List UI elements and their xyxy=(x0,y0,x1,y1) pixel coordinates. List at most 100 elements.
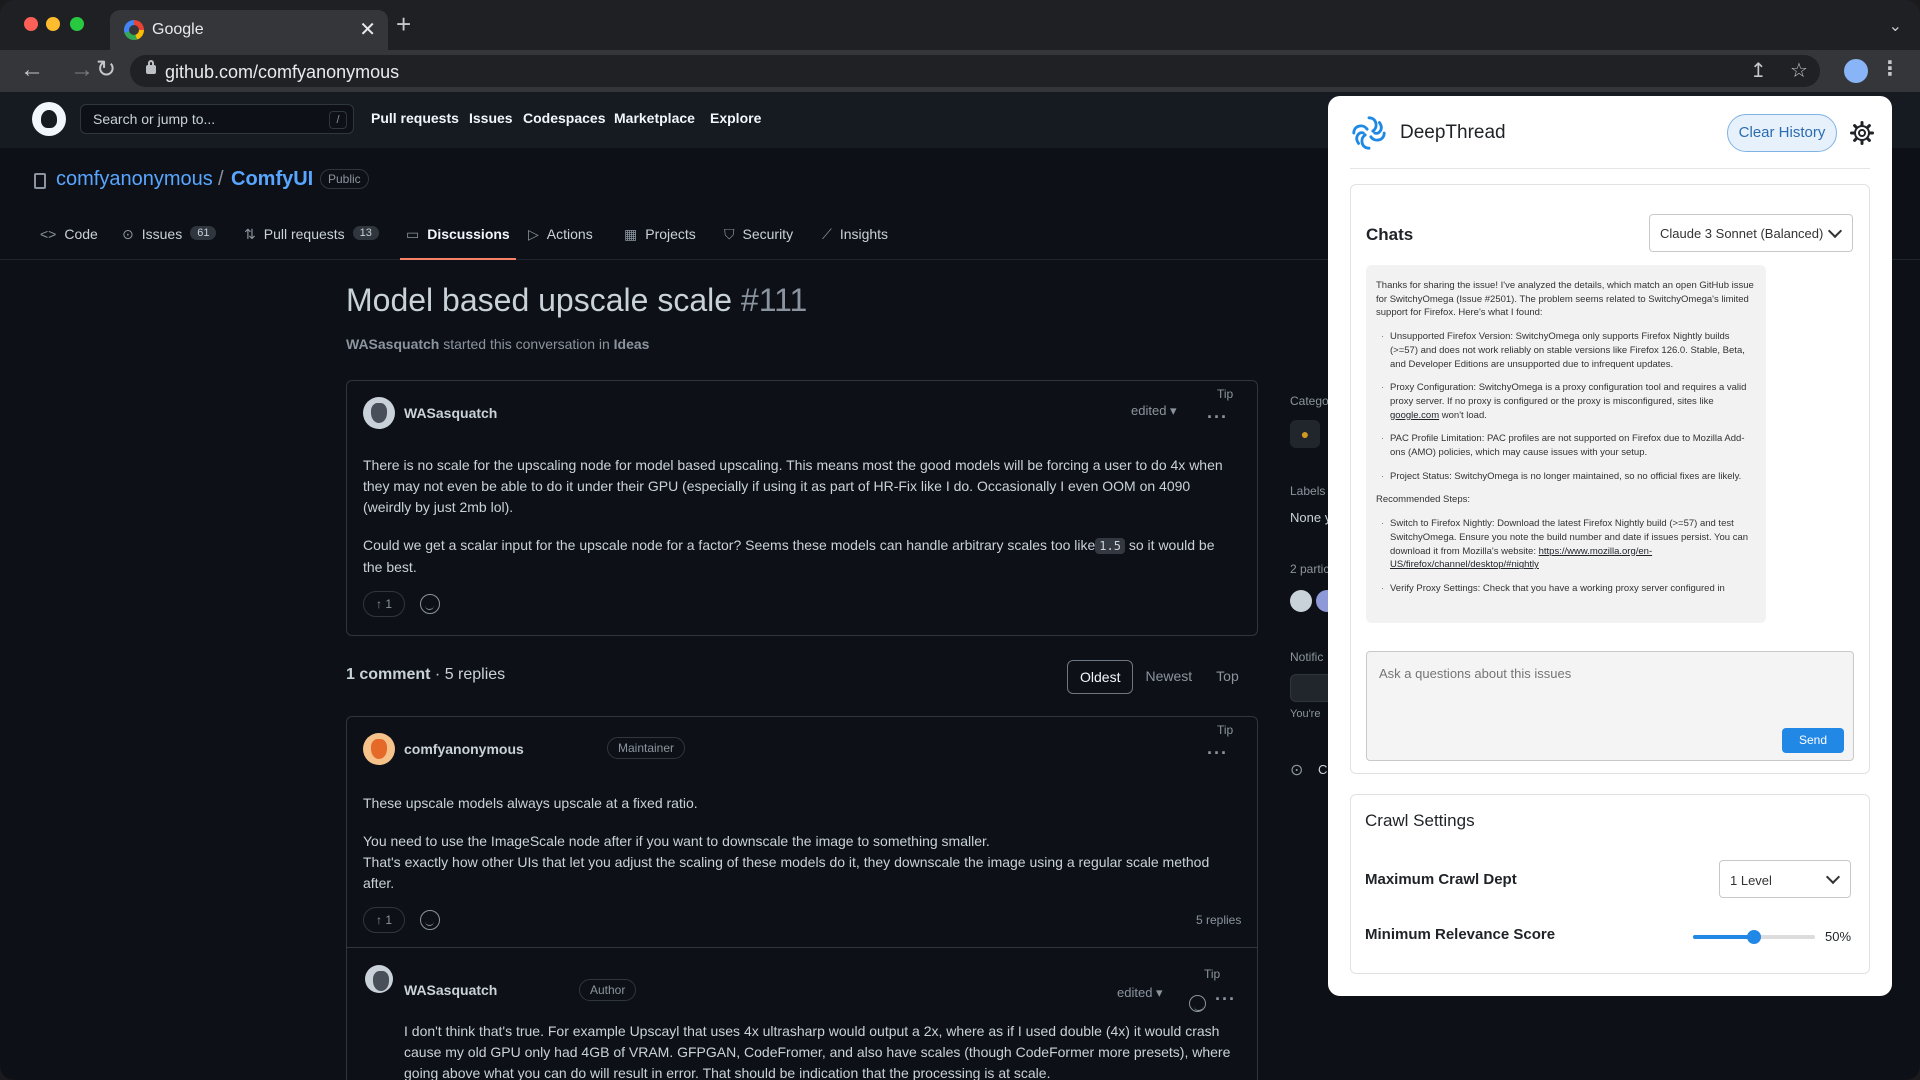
assistant-message: Thanks for sharing the issue! I've analy… xyxy=(1366,265,1766,623)
post-author[interactable]: WASasquatch xyxy=(404,405,497,421)
close-window-button[interactable] xyxy=(24,17,38,31)
upvote-button[interactable]: ↑ 1 xyxy=(363,591,405,617)
starter-link[interactable]: WASasquatch xyxy=(346,336,439,352)
sort-top-button[interactable]: Top xyxy=(1204,660,1251,694)
repo-name-link[interactable]: ComfyUI xyxy=(231,168,313,191)
search-placeholder[interactable]: Search or jump to... xyxy=(93,111,215,127)
add-reaction-icon[interactable] xyxy=(420,910,440,930)
bookmark-star-icon[interactable]: ☆ xyxy=(1790,58,1808,83)
subscribe-button[interactable] xyxy=(1290,674,1328,702)
edited-label: edited xyxy=(1117,985,1153,1000)
new-tab-button[interactable]: + xyxy=(396,11,411,37)
reload-icon[interactable]: ↻ xyxy=(96,56,116,84)
tab-bar: Google ✕ + ⌄ xyxy=(0,0,1920,50)
more-options-icon[interactable]: ··· xyxy=(1215,989,1236,1010)
tab-label: Code xyxy=(64,226,98,242)
issue-icon: ⊙ xyxy=(122,226,134,242)
question-input-box[interactable]: Send xyxy=(1366,651,1854,761)
comment-paragraph: These upscale models always upscale at a… xyxy=(363,795,698,811)
tab-search-chevron-icon[interactable]: ⌄ xyxy=(1889,16,1902,36)
replies-count[interactable]: 5 replies xyxy=(1196,913,1241,927)
clear-history-button[interactable]: Clear History xyxy=(1727,114,1837,152)
sort-newest-button[interactable]: Newest xyxy=(1133,660,1204,694)
nav-issues[interactable]: Issues xyxy=(469,110,513,126)
avatar[interactable] xyxy=(365,965,393,993)
tab-discussions[interactable]: ▭ Discussions xyxy=(400,226,516,260)
gear-icon[interactable] xyxy=(1850,121,1874,145)
send-button[interactable]: Send xyxy=(1782,728,1844,753)
visibility-badge: Public xyxy=(320,169,369,189)
nav-explore[interactable]: Explore xyxy=(710,110,761,126)
tab-security[interactable]: ⛉ Security xyxy=(724,226,793,260)
github-search[interactable]: Search or jump to... / xyxy=(80,104,354,134)
google-link[interactable]: google.com xyxy=(1390,410,1439,421)
crawl-depth-value: 1 Level xyxy=(1730,873,1772,888)
crawl-depth-label: Maximum Crawl Dept xyxy=(1365,871,1517,888)
browser-tab[interactable]: Google ✕ xyxy=(110,10,388,50)
reply-author[interactable]: WASasquatch xyxy=(404,982,497,998)
tab-label: Security xyxy=(742,226,794,242)
share-icon[interactable]: ↥ xyxy=(1750,58,1767,83)
comment-author[interactable]: comfyanonymous xyxy=(404,741,524,757)
minimize-window-button[interactable] xyxy=(46,17,60,31)
tab-code[interactable]: <> Code xyxy=(40,226,98,260)
repo-owner-link[interactable]: comfyanonymous xyxy=(56,168,213,191)
avatar[interactable] xyxy=(363,733,395,765)
url-text[interactable]: github.com/comfyanonymous xyxy=(165,62,399,83)
tab-label: Projects xyxy=(645,226,696,242)
replies-label: · 5 replies xyxy=(434,666,506,683)
browser-menu-icon[interactable]: ⋮ xyxy=(1880,56,1900,81)
tab-pull-requests[interactable]: ⇅ Pull requests 13 xyxy=(244,226,379,260)
discussion-subtitle: WASasquatch started this conversation in… xyxy=(346,336,649,352)
edited-dropdown[interactable]: edited ▾ xyxy=(1117,985,1163,1001)
upvote-button[interactable]: ↑ 1 xyxy=(363,907,405,933)
nav-pull-requests[interactable]: Pull requests xyxy=(371,110,459,126)
chevron-down-icon xyxy=(1827,223,1843,239)
author-badge: Author xyxy=(579,979,637,1001)
slider-thumb[interactable] xyxy=(1747,930,1761,944)
more-options-icon[interactable]: ··· xyxy=(1207,407,1228,428)
participant-avatar[interactable] xyxy=(1316,590,1328,612)
close-tab-icon[interactable]: ✕ xyxy=(359,17,376,42)
tab-actions[interactable]: ▷ Actions xyxy=(528,226,593,260)
avatar[interactable] xyxy=(363,397,395,429)
more-options-icon[interactable]: ··· xyxy=(1207,743,1228,764)
tab-issues[interactable]: ⊙ Issues 61 xyxy=(122,226,217,260)
category-link[interactable]: Ideas xyxy=(614,336,650,352)
repo-separator: / xyxy=(218,168,224,190)
relevance-value: 50% xyxy=(1825,929,1852,944)
edited-dropdown[interactable]: edited ▾ xyxy=(1131,403,1177,419)
tab-insights[interactable]: ⟋ Insights xyxy=(822,226,888,260)
search-shortcut-key: / xyxy=(329,111,347,129)
sidebar-participants-label: 2 partic xyxy=(1290,562,1330,576)
list-item: Unsupported Firefox Version: SwitchyOmeg… xyxy=(1381,330,1756,371)
relevance-slider[interactable] xyxy=(1693,930,1815,944)
address-bar[interactable]: github.com/comfyanonymous ↥ ☆ xyxy=(130,55,1820,87)
deepthread-extension-icon[interactable] xyxy=(1844,59,1868,83)
discussion-icon: ▭ xyxy=(406,226,420,242)
crawl-depth-select[interactable]: 1 Level xyxy=(1719,860,1851,898)
tab-count: 61 xyxy=(190,226,217,240)
tab-label: Pull requests xyxy=(263,226,345,242)
circle-icon[interactable]: ⊙ xyxy=(1290,760,1303,780)
sidebar-labels-value: None y xyxy=(1290,510,1332,525)
lightbulb-icon: ● xyxy=(1290,420,1320,448)
maximize-window-button[interactable] xyxy=(70,17,84,31)
sidebar-youre-text: You're xyxy=(1290,708,1321,720)
tab-label: Actions xyxy=(546,226,593,242)
nav-marketplace[interactable]: Marketplace xyxy=(614,110,695,126)
tip-label: Tip xyxy=(1204,967,1221,981)
question-input[interactable] xyxy=(1379,666,1839,681)
add-reaction-icon[interactable] xyxy=(1189,995,1206,1012)
forward-arrow-icon[interactable]: → xyxy=(70,56,94,84)
github-logo-icon[interactable] xyxy=(32,102,66,136)
participant-avatar[interactable] xyxy=(1290,590,1312,612)
model-select[interactable]: Claude 3 Sonnet (Balanced) xyxy=(1649,214,1853,252)
sort-oldest-button[interactable]: Oldest xyxy=(1067,660,1134,694)
tab-projects[interactable]: ▦ Projects xyxy=(624,226,696,260)
lock-icon[interactable] xyxy=(146,60,156,74)
add-reaction-icon[interactable] xyxy=(420,594,440,614)
back-arrow-icon[interactable]: ← xyxy=(20,56,44,84)
nav-codespaces[interactable]: Codespaces xyxy=(523,110,605,126)
discussion-number: #111 xyxy=(740,282,808,318)
